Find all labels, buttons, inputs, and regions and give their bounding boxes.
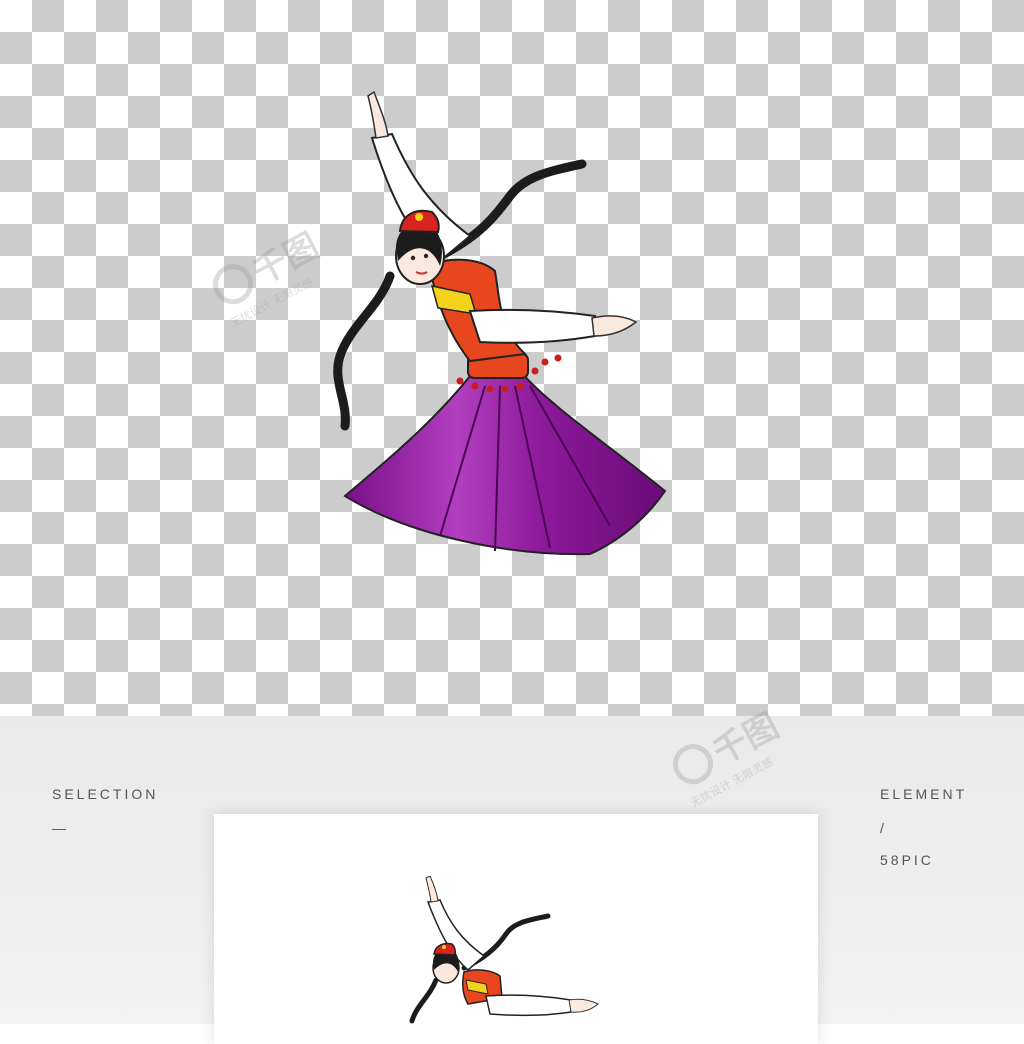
selection-label: SELECTION bbox=[52, 786, 159, 802]
preview-card bbox=[214, 814, 818, 1044]
element-slash: / bbox=[880, 820, 887, 836]
selection-dash: — bbox=[52, 820, 66, 836]
dancer-thumbnail bbox=[409, 876, 599, 1024]
element-label: ELEMENT bbox=[880, 786, 968, 802]
brand-label: 58PIC bbox=[880, 852, 934, 868]
dancer-illustration bbox=[333, 90, 667, 556]
